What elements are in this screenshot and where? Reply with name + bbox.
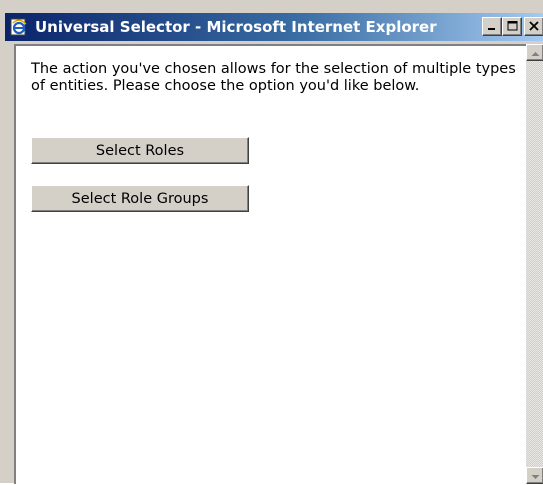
vertical-scrollbar[interactable] [526, 44, 543, 484]
scroll-up-button[interactable] [526, 44, 543, 61]
internet-explorer-icon [9, 17, 29, 37]
maximize-button[interactable] [502, 17, 522, 36]
instruction-text: The action you've chosen allows for the … [31, 61, 516, 94]
close-icon [529, 20, 539, 34]
close-button[interactable] [524, 17, 543, 36]
scroll-down-button[interactable] [526, 467, 543, 484]
title-bar[interactable]: Universal Selector - Microsoft Internet … [5, 13, 543, 41]
select-role-groups-button[interactable]: Select Role Groups [31, 185, 249, 212]
scroll-up-arrow-icon [531, 44, 540, 62]
minimize-icon [487, 20, 497, 34]
browser-window: Universal Selector - Microsoft Internet … [0, 0, 543, 484]
maximize-icon [507, 20, 518, 34]
select-roles-button[interactable]: Select Roles [31, 137, 249, 164]
scroll-down-arrow-icon [531, 467, 540, 485]
minimize-button[interactable] [482, 17, 502, 36]
page-content: The action you've chosen allows for the … [14, 44, 526, 484]
window-controls [482, 17, 543, 36]
window-title: Universal Selector - Microsoft Internet … [35, 18, 437, 36]
